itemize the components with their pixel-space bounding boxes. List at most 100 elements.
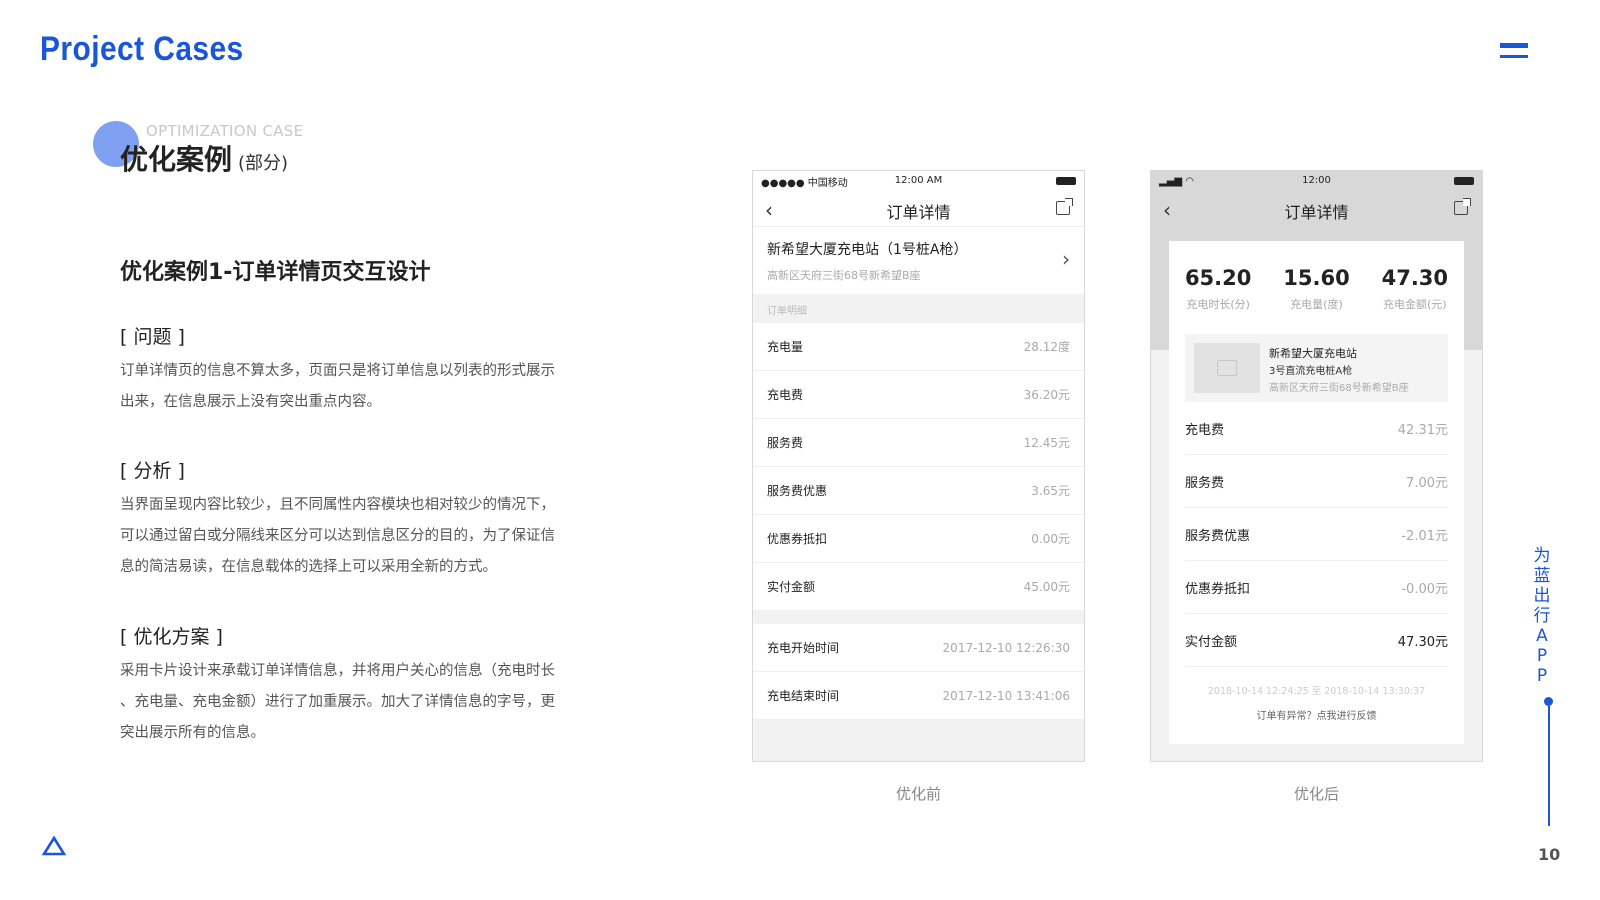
nav-title: 订单详情 [1284, 203, 1349, 222]
row-value: 7.00元 [1406, 475, 1448, 491]
station-card[interactable]: 新希望大厦充电站 3号直流充电桩A枪 高新区天府三街68号新希望B座 [1185, 334, 1448, 402]
row-value: 2017-12-10 12:26:30 [942, 640, 1070, 655]
station-name: 新希望大厦充电站（1号桩A枪） [767, 242, 968, 258]
section-title-sub: (部分) [238, 153, 289, 174]
stat-item: 47.30 充电金额(元) [1366, 266, 1463, 312]
order-card: 65.20 充电时长(分) 15.60 充电量(度) 47.30 充电金额(元) 新希… [1169, 241, 1464, 744]
case-title: 优化案例1-订单详情页交互设计 [120, 260, 431, 285]
status-time: 12:00 [1302, 175, 1331, 186]
stats-row: 65.20 充电时长(分) 15.60 充电量(度) 47.30 充电金额(元) [1169, 241, 1464, 312]
detail-row: 充电费 42.31元 [1185, 402, 1448, 455]
stat-item: 65.20 充电时长(分) [1169, 266, 1266, 312]
nav-bar: ‹ 订单详情 [1151, 191, 1482, 227]
time-row: 充电结束时间 2017-12-10 13:41:06 [753, 672, 1084, 720]
row-value: 2017-12-10 13:41:06 [942, 688, 1070, 703]
station-address: 高新区天府三街68号新希望B座 [1269, 383, 1409, 394]
phone-before: ●●●●● 中国移动 12:00 AM ‹ 订单详情 新希望大厦充电站（1号桩A… [752, 170, 1085, 762]
detail-row: 实付金额 45.00元 [753, 563, 1084, 611]
menu-icon[interactable] [1500, 43, 1528, 61]
time-row: 充电开始时间 2017-12-10 12:26:30 [753, 624, 1084, 672]
nav-title: 订单详情 [886, 203, 951, 222]
block-text-analysis: 当界面呈现内容比较少，且不同属性内容模块也相对较少的情况下， 可以通过留白或分隔… [120, 490, 610, 583]
feedback-link[interactable]: 订单有异常？点我进行反馈 [1169, 707, 1464, 722]
block-heading-problem: [ 问题 ] [120, 326, 185, 348]
detail-row: 服务费 12.45元 [753, 419, 1084, 467]
chevron-right-icon: › [1062, 247, 1070, 271]
row-value: 42.31元 [1397, 422, 1448, 438]
text-line: 当界面呈现内容比较少，且不同属性内容模块也相对较少的情况下， [120, 497, 555, 513]
stat-label: 充电时长(分) [1186, 298, 1250, 311]
row-key: 服务费 [1185, 475, 1225, 491]
status-bar: ●●●●● 中国移动 12:00 AM [753, 171, 1084, 191]
text-line: 订单详情页的信息不算太多，页面只是将订单信息以列表的形式展示 [120, 363, 555, 379]
row-value: 3.65元 [1031, 484, 1070, 498]
detail-row: 服务费优惠 3.65元 [753, 467, 1084, 515]
row-key: 实付金额 [1185, 634, 1238, 650]
share-icon[interactable] [1056, 198, 1073, 215]
text-line: 采用卡片设计来承载订单详情信息，并将用户关心的信息（充电时长 [120, 663, 555, 679]
brand-title: Project Cases [40, 30, 244, 68]
row-key: 优惠券抵扣 [767, 532, 828, 546]
time-range: 2018-10-14 12:24:25 至 2018-10-14 13:30:3… [1207, 686, 1426, 697]
detail-row: 服务费 7.00元 [1185, 455, 1448, 508]
timeline-line [1548, 706, 1550, 826]
row-value: 12.45元 [1023, 436, 1070, 450]
timeline-dot [1544, 697, 1553, 706]
block-heading-solution: [ 优化方案 ] [120, 626, 223, 648]
block-heading-analysis: [ 分析 ] [120, 460, 185, 482]
row-key: 实付金额 [767, 580, 816, 594]
detail-row: 优惠券抵扣 0.00元 [753, 515, 1084, 563]
text-line: 可以通过留白或分隔线来区分可以达到信息区分的目的，为了保证信 [120, 528, 555, 544]
block-text-solution: 采用卡片设计来承载订单详情信息，并将用户关心的信息（充电时长 、充电量、充电金额… [120, 656, 610, 749]
row-key: 优惠券抵扣 [1185, 581, 1251, 597]
section-title-main: 优化案例 [120, 143, 233, 176]
caption-before: 优化前 [895, 785, 941, 803]
detail-row: 充电量 28.12度 [753, 323, 1084, 371]
row-value: 47.30元 [1397, 634, 1448, 650]
text-line: 、充电量、充电金额）进行了加重展示。加大了详情信息的字号，更 [120, 694, 555, 710]
row-key: 充电费 [767, 388, 804, 402]
row-value: -0.00元 [1401, 581, 1448, 597]
group-label: 订单明细 [753, 294, 1084, 323]
nav-bar: ‹ 订单详情 [753, 191, 1084, 227]
image-placeholder-icon [1217, 360, 1237, 376]
status-time: 12:00 AM [894, 175, 943, 186]
section-title: 优化案例 (部分) [120, 138, 288, 178]
logo-triangle-icon [42, 836, 66, 856]
row-value: 45.00元 [1023, 580, 1070, 594]
caption-after: 优化后 [1293, 785, 1339, 803]
row-value: 0.00元 [1031, 532, 1070, 546]
row-key: 服务费优惠 [1185, 528, 1251, 544]
station-info[interactable]: 新希望大厦充电站（1号桩A枪） 高新区天府三街68号新希望B座 › [753, 227, 1084, 294]
stat-label: 充电金额(元) [1383, 298, 1447, 311]
detail-row-total: 实付金额 47.30元 [1185, 614, 1448, 667]
phone-after: ▂▄▆ ◠ 12:00 ‹ 订单详情 65.20 充电时长(分) 15.60 充电量… [1150, 170, 1483, 762]
status-bar: ▂▄▆ ◠ 12:00 [1151, 171, 1482, 191]
stat-item: 15.60 充电量(度) [1268, 266, 1365, 312]
row-key: 充电开始时间 [767, 641, 840, 655]
row-key: 服务费 [767, 436, 804, 450]
station-thumbnail [1194, 343, 1260, 393]
share-icon[interactable] [1454, 198, 1471, 215]
row-key: 服务费优惠 [767, 484, 828, 498]
detail-row: 服务费优惠 -2.01元 [1185, 508, 1448, 561]
row-value: 36.20元 [1023, 388, 1070, 402]
station-name: 新希望大厦充电站 [1269, 347, 1357, 360]
row-key: 充电结束时间 [767, 689, 840, 703]
block-text-problem: 订单详情页的信息不算太多，页面只是将订单信息以列表的形式展示 出来，在信息展示上… [120, 356, 610, 418]
detail-row: 充电费 36.20元 [753, 371, 1084, 419]
row-value: 28.12度 [1023, 340, 1070, 354]
divider [753, 611, 1084, 624]
stat-label: 充电量(度) [1290, 298, 1343, 311]
text-line: 出来，在信息展示上没有突出重点内容。 [120, 394, 381, 410]
station-pile: 3号直流充电桩A枪 [1269, 366, 1353, 377]
row-key: 充电量 [767, 340, 804, 354]
stat-number: 47.30 [1381, 266, 1449, 290]
text-line: 息的简洁易读，在信息载体的选择上可以采用全新的方式。 [120, 559, 497, 575]
text-line: 突出展示所有的信息。 [120, 725, 265, 741]
page-number: 10 [1538, 845, 1561, 864]
row-key: 充电费 [1185, 422, 1225, 438]
side-vertical-text: 为蓝出行APP [1533, 546, 1551, 686]
detail-row: 优惠券抵扣 -0.00元 [1185, 561, 1448, 614]
stat-number: 15.60 [1283, 266, 1350, 290]
